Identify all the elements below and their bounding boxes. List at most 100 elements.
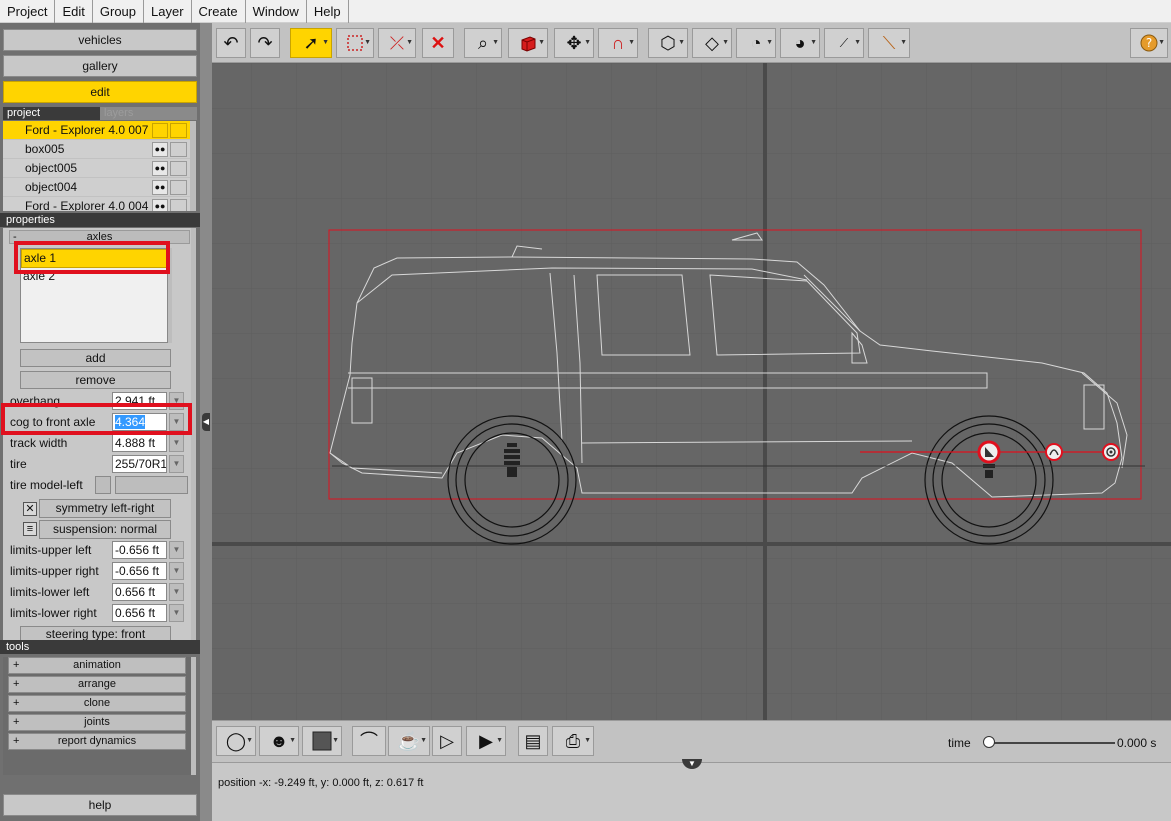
track-width-spinner[interactable]: ▼ [169,434,184,452]
edit-button[interactable]: edit [3,81,197,103]
time-value: 0.000 s [1117,736,1157,750]
tool-arrange[interactable]: + arrange [8,676,186,693]
measure-icon[interactable]: ⟋ ▼ [824,28,864,58]
gauge-icon[interactable]: ◕ ▼ [780,28,820,58]
limits-lower-right-spinner[interactable]: ▼ [169,604,184,622]
menu-edit[interactable]: Edit [55,0,93,23]
axle-handle-icon[interactable] [977,440,1001,464]
tire-model-swatch[interactable] [95,476,111,494]
tool-label: arrange [78,678,116,690]
color-square-icon[interactable]: ▼ [302,726,342,756]
tree-scrollbar[interactable] [190,121,196,211]
tree-item[interactable]: Ford - Explorer 4.0 004 ●● [3,197,190,211]
limits-lower-right-field[interactable]: 0.656 ft [112,604,167,622]
tab-project[interactable]: project [3,107,100,120]
menu-project[interactable]: Project [0,0,56,23]
expand-down-icon[interactable]: ▼ [682,759,702,769]
limits-lower-left-row: limits-lower left 0.656 ft ▼ [10,583,188,602]
symmetry-label[interactable]: symmetry left-right [39,499,171,518]
circle-icon[interactable]: ◯ ▼ [216,726,256,756]
panel-splitter[interactable]: ◀ [200,23,212,821]
teapot-icon[interactable]: ☕ ▼ [388,726,430,756]
track-width-field[interactable]: 4.888 ft [112,434,167,452]
playlist-icon[interactable]: ▶ ▼ [466,726,506,756]
panel-tabs: project layers [3,107,197,120]
lock-toggle[interactable] [170,180,187,195]
angle-icon[interactable]: ◔ ▼ [736,28,776,58]
tab-layers[interactable]: layers [100,107,197,120]
menu-help[interactable]: Help [307,0,349,23]
menu-layer[interactable]: Layer [144,0,192,23]
add-axle-button[interactable]: add [20,349,171,367]
menu-create[interactable]: Create [192,0,246,23]
tool-joints[interactable]: + joints [8,714,186,731]
vehicles-button[interactable]: vehicles [3,29,197,51]
visibility-toggle[interactable] [152,123,168,138]
suspension-icon[interactable]: ≡ [23,522,37,536]
lock-toggle[interactable] [170,142,187,157]
undo-icon[interactable]: ↶ [216,28,246,58]
magnet-icon[interactable]: ∩ ▼ [598,28,638,58]
select-arrow-icon[interactable]: ➚ ▼ [290,28,332,58]
collapse-arrow-icon[interactable]: ◀ [202,413,210,431]
symmetry-checkbox[interactable]: ✕ [23,502,37,516]
lock-toggle[interactable] [170,161,187,176]
tree-item[interactable]: Ford - Explorer 4.0 007 [3,121,190,140]
tire-field[interactable]: 255/70R16 [112,455,167,473]
tire-dropdown[interactable]: ▼ [169,455,184,473]
tree-item[interactable]: object004 ●● [3,178,190,197]
redo-icon[interactable]: ↷ [250,28,280,58]
suspension-button[interactable]: suspension: normal [39,520,171,539]
delete-icon[interactable]: ✕ [422,28,454,58]
tool-clone[interactable]: + clone [8,695,186,712]
tool-animation[interactable]: + animation [8,657,186,674]
remove-axle-button[interactable]: remove [20,371,171,389]
viewport-canvas[interactable] [212,63,1171,720]
tools-scrollbar[interactable] [191,657,196,775]
limits-upper-right-field[interactable]: -0.656 ft [112,562,167,580]
print-icon[interactable]: ⎙ ▼ [552,726,594,756]
lock-toggle[interactable] [170,123,187,138]
help-button[interactable]: help [3,794,197,816]
tree-item-label: object004 [25,180,78,194]
curve-icon[interactable]: ⌒ [352,726,386,756]
eye-icon[interactable]: ●● [152,161,168,176]
time-slider[interactable] [987,742,1115,744]
limits-upper-left-field[interactable]: -0.656 ft [112,541,167,559]
eye-icon[interactable]: ●● [152,199,168,211]
menu-group[interactable]: Group [93,0,145,23]
gallery-button[interactable]: gallery [3,55,197,77]
menu-window[interactable]: Window [246,0,307,23]
tape-icon[interactable]: ⟍ ▼ [868,28,910,58]
limits-upper-right-spinner[interactable]: ▼ [169,562,184,580]
highlight-cog [1,403,192,435]
steering-type-button[interactable]: steering type: front [20,626,171,641]
report-icon[interactable]: ▤ [518,726,548,756]
limits-upper-left-spinner[interactable]: ▼ [169,541,184,559]
tree-item[interactable]: box005 ●● [3,140,190,159]
tool-report-dynamics[interactable]: + report dynamics [8,733,186,750]
head-icon[interactable]: ☻ ▼ [259,726,299,756]
box-view-icon[interactable]: ⬡ ▼ [648,28,688,58]
tree-item[interactable]: object005 ●● [3,159,190,178]
3d-viewport[interactable] [212,63,1171,720]
color-square-glyph [312,731,332,751]
eye-icon[interactable]: ●● [152,142,168,157]
deselect-icon[interactable]: ⤫ ▼ [378,28,416,58]
play-icon[interactable]: ▷ [432,726,462,756]
move-icon[interactable]: ✥ ▼ [554,28,594,58]
spring-handle-icon[interactable] [1045,443,1063,461]
tire-model-field[interactable] [115,476,188,494]
limits-lower-left-spinner[interactable]: ▼ [169,583,184,601]
limits-lower-left-field[interactable]: 0.656 ft [112,583,167,601]
tool-label: clone [83,697,111,709]
cube-icon[interactable]: ▼ [508,28,548,58]
lock-toggle[interactable] [170,199,187,211]
wheel-handle-icon[interactable] [1102,443,1120,461]
plane-icon[interactable]: ◇ ▼ [692,28,732,58]
time-slider-knob[interactable] [983,736,995,748]
zoom-icon[interactable]: ⌕ ▼ [464,28,502,58]
eye-icon[interactable]: ●● [152,180,168,195]
help-icon[interactable]: ? ▼ [1130,28,1168,58]
box-select-icon[interactable]: ▼ [336,28,374,58]
